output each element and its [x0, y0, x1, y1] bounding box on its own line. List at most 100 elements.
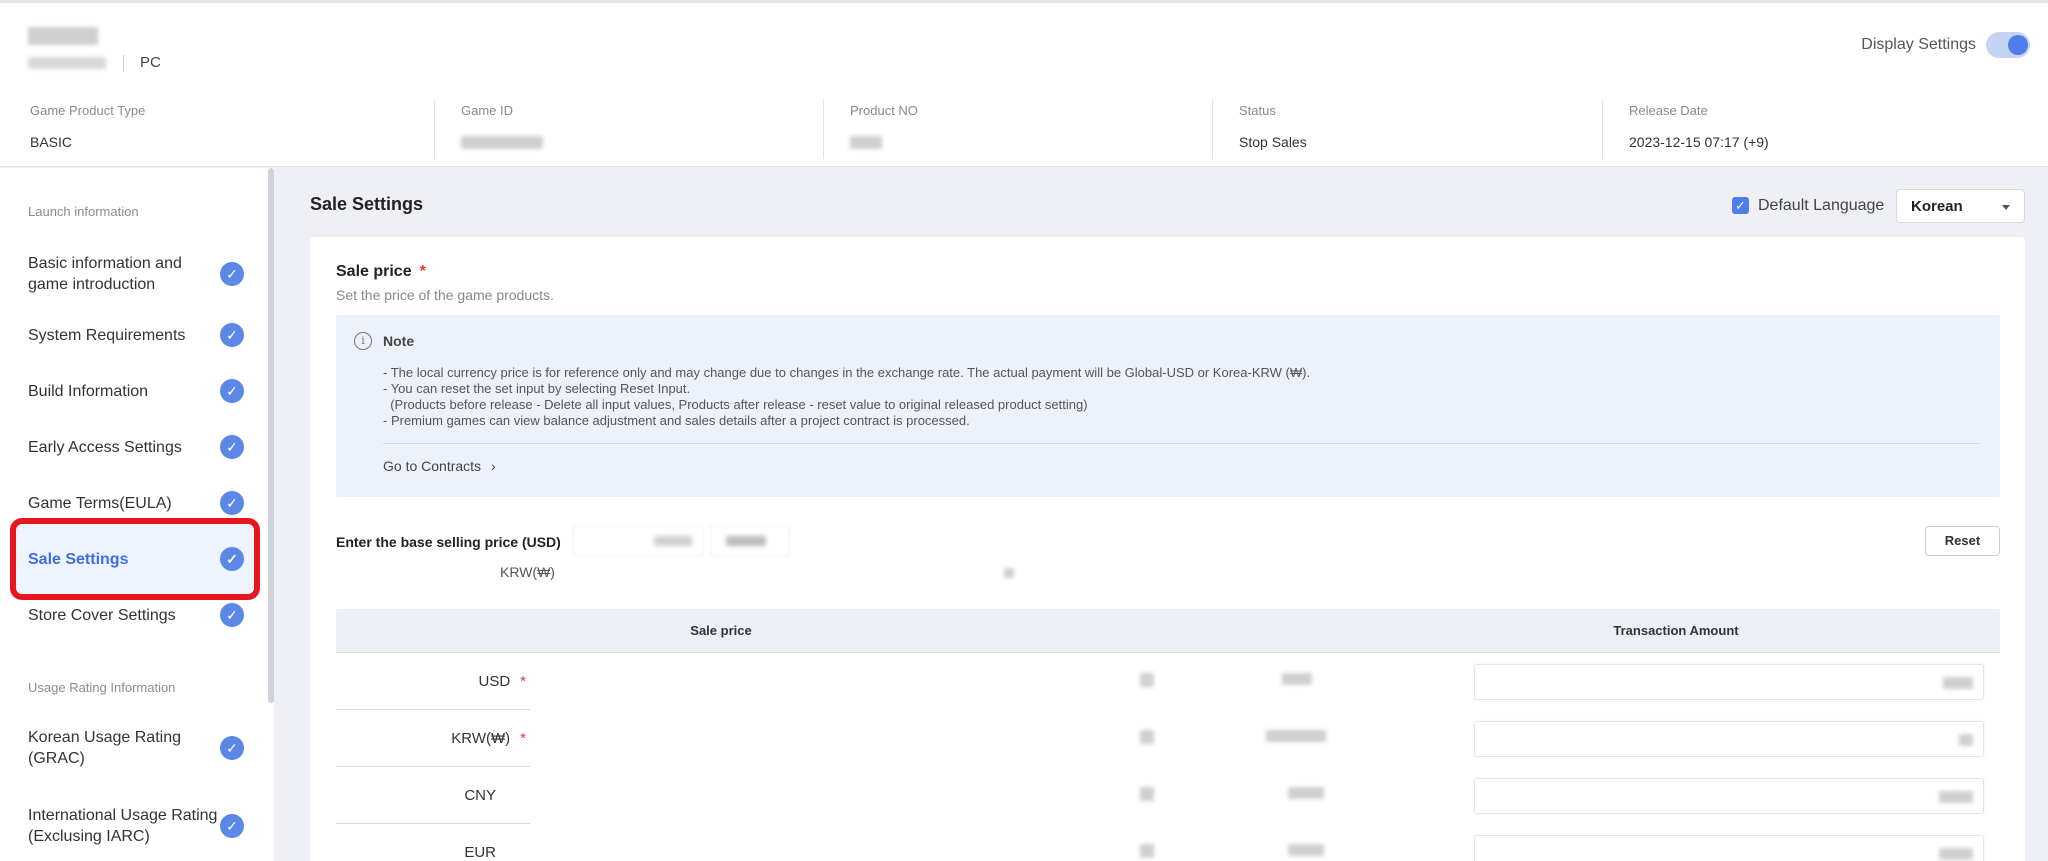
currency-label: USD: [478, 673, 511, 690]
info-label: Release Date: [1629, 103, 1708, 118]
info-label: Product NO: [850, 103, 918, 118]
sale-price-title-text: Sale price: [336, 263, 412, 280]
go-to-contracts-link[interactable]: Go to Contracts ›: [383, 458, 496, 474]
transaction-amount-field[interactable]: [1474, 721, 1984, 757]
info-icon: i: [354, 332, 372, 350]
krw-value-redacted: [1004, 568, 1014, 578]
transaction-amount-field[interactable]: [1474, 835, 1984, 861]
redacted-value: [1959, 734, 1973, 746]
default-language-checkbox[interactable]: ✓: [1732, 197, 1749, 214]
check-circle-icon: ✓: [220, 547, 244, 571]
product-header: PC Display Settings Game Product Type BA…: [0, 0, 2048, 167]
redacted-value: [1140, 787, 1154, 801]
sidebar-item-system-requirements[interactable]: System Requirements ✓: [14, 314, 258, 356]
redacted-value: [726, 536, 766, 546]
check-circle-icon: ✓: [220, 491, 244, 515]
product-no-redacted: [850, 136, 882, 149]
check-circle-icon: ✓: [220, 435, 244, 459]
table-row: USD *: [336, 653, 2000, 710]
section-launch-information: Launch information: [28, 204, 139, 219]
sidebar-item-sale-settings[interactable]: Sale Settings ✓: [10, 518, 260, 600]
sale-price-card: Sale price * Set the price of the game pr…: [310, 237, 2025, 861]
sidebar-item-label: Korean Usage Rating (GRAC): [28, 729, 181, 767]
krw-label: KRW(₩): [500, 564, 555, 580]
base-price-input-secondary[interactable]: [710, 526, 790, 556]
page-title: Sale Settings: [310, 194, 424, 214]
sidebar-item-korean-usage-rating[interactable]: Korean Usage Rating (GRAC) ✓: [14, 720, 258, 776]
check-circle-icon: ✓: [220, 736, 244, 760]
sidebar-item-label: International Usage Rating (Exclusing IA…: [28, 807, 218, 845]
sidebar-item-label: Game Terms(EULA): [28, 494, 172, 512]
currency-label: CNY: [464, 787, 496, 804]
sidebar-item-build-information[interactable]: Build Information ✓: [14, 370, 258, 412]
check-circle-icon: ✓: [220, 603, 244, 627]
required-mark: *: [419, 263, 426, 280]
redacted-value: [1266, 730, 1326, 742]
sidebar-item-label: System Requirements: [28, 326, 186, 344]
redacted-value: [1282, 673, 1312, 685]
redacted-value: [1939, 848, 1973, 860]
product-title-redacted: [28, 27, 98, 45]
sidebar-item-label: Basic information and game introduction: [28, 255, 182, 293]
sidebar-scrollbar[interactable]: [268, 168, 274, 703]
redacted-value: [1288, 787, 1324, 799]
sidebar-item-basic-information[interactable]: Basic information and game introduction …: [14, 246, 258, 302]
game-id-redacted: [461, 136, 543, 149]
section-usage-rating: Usage Rating Information: [28, 680, 176, 695]
sidebar-item-international-usage-rating[interactable]: International Usage Rating (Exclusing IA…: [14, 798, 258, 854]
currency-cell: CNY: [336, 787, 496, 804]
language-select[interactable]: Korean: [1896, 189, 2025, 223]
check-circle-icon: ✓: [220, 323, 244, 347]
column-header-transaction-amount: Transaction Amount: [1613, 623, 1739, 638]
product-info-row: Game Product Type BASIC Game ID Product …: [0, 99, 2048, 159]
info-product-no: Product NO: [823, 99, 1213, 159]
sidebar-item-store-cover-settings[interactable]: Store Cover Settings ✓: [14, 594, 258, 636]
display-settings-label: Display Settings: [1861, 36, 1976, 53]
required-mark: *: [520, 730, 526, 747]
info-label: Game Product Type: [30, 103, 146, 118]
divider: [123, 55, 124, 71]
table-header: Sale price Transaction Amount: [336, 609, 2000, 653]
column-header-sale-price: Sale price: [690, 623, 752, 638]
currency-cell: KRW(₩) *: [336, 730, 526, 747]
required-mark: *: [520, 673, 526, 690]
table-row: KRW(₩) *: [336, 710, 2000, 767]
sidebar-item-label: Build Information: [28, 382, 149, 400]
info-game-id: Game ID: [434, 99, 824, 159]
base-price-input[interactable]: [573, 526, 703, 556]
info-release-date: Release Date 2023-12-15 07:17 (+9): [1602, 99, 2002, 159]
sidebar-item-label: Early Access Settings: [28, 438, 182, 456]
note-line: - The local currency price is for refere…: [383, 365, 1311, 380]
sidebar-item-label: Sale Settings: [28, 550, 129, 568]
base-price-label: Enter the base selling price (USD): [336, 534, 561, 550]
info-value: Stop Sales: [1239, 134, 1307, 150]
platform-label: PC: [140, 54, 161, 71]
redacted-value: [654, 536, 692, 546]
redacted-value: [1288, 844, 1324, 856]
currency-cell: EUR: [336, 844, 496, 861]
sidebar: Launch information Basic information and…: [0, 168, 274, 861]
note-box: i Note - The local currency price is for…: [336, 315, 2000, 497]
table-row: EUR: [336, 824, 2000, 861]
note-line: - You can reset the set input by selecti…: [383, 381, 691, 396]
currency-cell: USD *: [336, 673, 526, 690]
note-line: - Premium games can view balance adjustm…: [383, 413, 970, 428]
info-value: BASIC: [30, 134, 73, 150]
redacted-value: [1943, 677, 1973, 689]
redacted-value: [1140, 730, 1154, 744]
toggle-knob: [2008, 35, 2028, 55]
sale-price-description: Set the price of the game products.: [336, 287, 554, 303]
chevron-right-icon: ›: [490, 458, 496, 474]
info-product-type: Game Product Type BASIC: [30, 99, 430, 159]
sale-price-title: Sale price *: [336, 263, 426, 281]
transaction-amount-field[interactable]: [1474, 778, 1984, 814]
note-line: (Products before release - Delete all in…: [383, 397, 1088, 412]
display-settings-toggle[interactable]: [1986, 32, 2030, 58]
check-circle-icon: ✓: [220, 814, 244, 838]
check-circle-icon: ✓: [220, 262, 244, 286]
reset-button[interactable]: Reset: [1925, 526, 2000, 556]
transaction-amount-field[interactable]: [1474, 664, 1984, 700]
sidebar-item-early-access-settings[interactable]: Early Access Settings ✓: [14, 426, 258, 468]
redacted-value: [1140, 673, 1154, 687]
default-language-label: Default Language: [1758, 197, 1885, 214]
